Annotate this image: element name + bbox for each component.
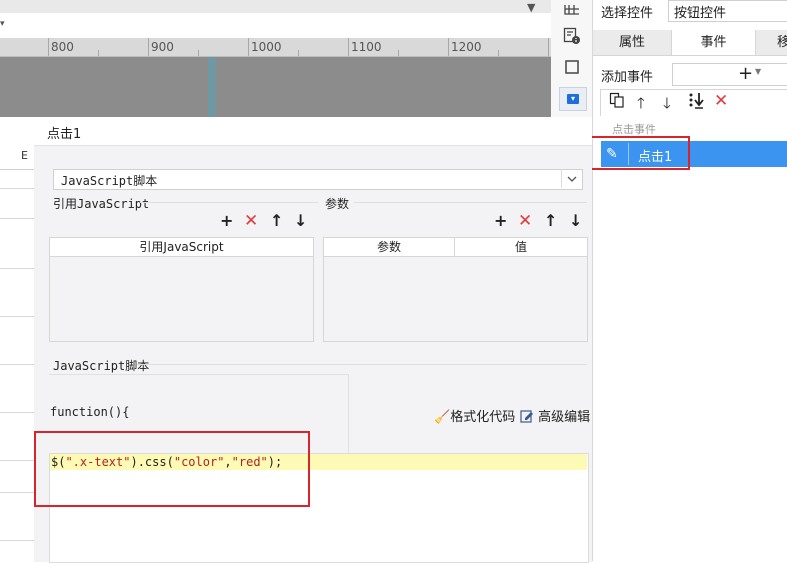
format-code-button[interactable]: 🧹格式化代码 xyxy=(434,406,515,425)
highlight-box-code xyxy=(34,431,310,507)
advanced-edit-button[interactable]: 高级编辑 xyxy=(520,406,590,425)
chevron-down-icon[interactable]: ▼ xyxy=(755,67,761,76)
tab-properties[interactable]: 属性 xyxy=(593,30,671,55)
highlight-box-event xyxy=(589,136,690,170)
add-ref-js-button[interactable]: + xyxy=(220,211,233,230)
ruler-label: 800 xyxy=(51,40,74,54)
ref-js-section-label: 引用JavaScript xyxy=(53,197,150,211)
ref-js-table[interactable]: 引用JavaScript xyxy=(49,237,314,342)
move-up-ref-js-button[interactable]: ↑ xyxy=(270,211,283,230)
value-column-header[interactable]: 值 xyxy=(455,238,587,257)
script-section-label: JavaScript脚本 xyxy=(53,359,150,373)
component-info-icon[interactable] xyxy=(562,26,582,46)
frame-icon[interactable] xyxy=(562,57,582,77)
params-section-label: 参数 xyxy=(325,197,350,211)
ruler-label: 900 xyxy=(151,40,174,54)
widget-panel-button[interactable]: ▾ xyxy=(559,87,587,111)
select-control-value: 按钮控件 xyxy=(674,6,727,21)
delete-ref-js-button[interactable]: ✕ xyxy=(244,211,258,231)
top-menu-strip xyxy=(0,0,551,13)
ruler-label: 1000 xyxy=(251,40,282,54)
tab-events[interactable]: 事件 xyxy=(671,30,756,55)
move-to-bottom-icon[interactable] xyxy=(688,92,706,114)
column-header-e[interactable]: E xyxy=(0,145,34,170)
params-table[interactable]: 参数 值 xyxy=(323,237,588,342)
script-language-value: JavaScript脚本 xyxy=(61,174,158,188)
format-code-label: 格式化代码 xyxy=(450,410,516,425)
copy-icon[interactable] xyxy=(609,92,625,112)
select-control-label: 选择控件 xyxy=(601,6,654,21)
tab-mobile[interactable]: 移 xyxy=(755,30,787,55)
dropdown-caret-icon[interactable]: ▾ xyxy=(0,19,5,29)
chevron-down-icon[interactable] xyxy=(561,169,582,188)
add-event-label: 添加事件 xyxy=(601,70,654,85)
delete-param-button[interactable]: ✕ xyxy=(518,211,532,231)
move-up-icon[interactable]: 🡑 xyxy=(637,93,645,118)
horizontal-ruler: 800 900 1000 1100 1200 xyxy=(0,38,551,57)
edit-icon xyxy=(520,410,538,425)
move-down-ref-js-button[interactable]: ↓ xyxy=(294,211,307,230)
move-down-param-button[interactable]: ↓ xyxy=(569,211,582,230)
ruler-label: 1200 xyxy=(451,40,482,54)
widget-icon: ▾ xyxy=(567,94,579,104)
ruler-label: 1100 xyxy=(351,40,382,54)
broom-icon: 🧹 xyxy=(434,410,451,425)
add-event-dropdown[interactable] xyxy=(672,63,787,86)
function-header: function(){ xyxy=(50,405,130,419)
dialog-title: 点击1 xyxy=(47,127,82,142)
design-canvas[interactable] xyxy=(0,57,551,117)
collapse-icon[interactable]: ▼ xyxy=(527,1,535,14)
canvas-guide-marker xyxy=(208,57,216,117)
event-group-label: 点击事件 xyxy=(612,123,656,136)
sheet-grid-strip xyxy=(0,117,35,561)
advanced-edit-label: 高级编辑 xyxy=(538,410,591,425)
ref-js-column-header[interactable]: 引用JavaScript xyxy=(50,238,313,257)
section-divider xyxy=(137,364,587,365)
move-down-icon[interactable]: 🡓 xyxy=(663,93,671,118)
section-divider xyxy=(354,202,587,203)
delete-icon[interactable]: ✕ xyxy=(714,91,728,111)
plus-icon[interactable]: + xyxy=(738,63,753,84)
toolbar-strip: ▾ ▼ xyxy=(0,1,551,38)
dialog-title-bar: 点击1 xyxy=(34,117,592,146)
add-param-button[interactable]: + xyxy=(494,211,507,230)
move-up-param-button[interactable]: ↑ xyxy=(544,211,557,230)
layout-grid-icon[interactable] xyxy=(562,0,582,20)
params-column-header[interactable]: 参数 xyxy=(324,238,455,257)
section-divider xyxy=(140,202,318,203)
